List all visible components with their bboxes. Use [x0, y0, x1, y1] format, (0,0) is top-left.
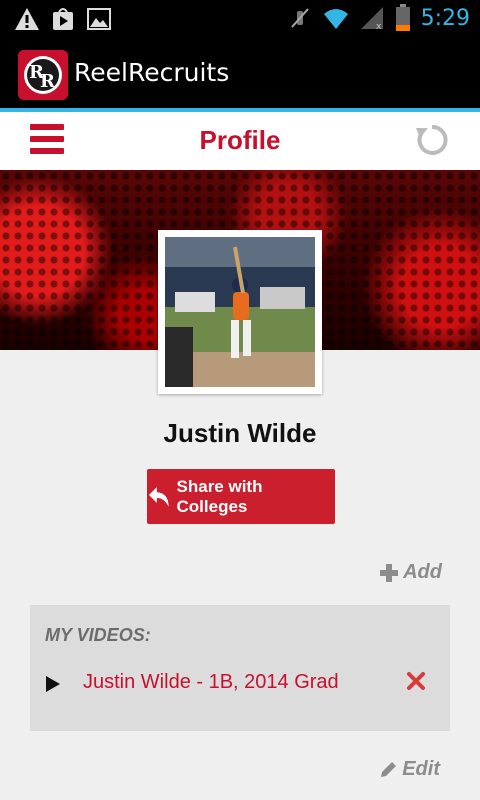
app-title: ReelRecruits: [74, 58, 230, 87]
reelrecruits-logo-icon: R R: [18, 50, 68, 100]
warning-icon: [15, 8, 39, 30]
my-videos-heading: MY VIDEOS:: [45, 625, 151, 645]
battery-icon: [395, 4, 410, 31]
refresh-icon[interactable]: [414, 122, 450, 158]
signal-icon: x: [360, 7, 383, 31]
svg-text:x: x: [376, 22, 382, 31]
status-left-icons: [14, 6, 112, 32]
add-label: Add: [403, 561, 442, 583]
add-video-button[interactable]: Add: [379, 561, 442, 584]
status-right-icons: x 5:29: [287, 4, 470, 32]
my-videos-panel: MY VIDEOS: Justin Wilde - 1B, 2014 Grad: [30, 605, 450, 731]
status-bar: x 5:29: [0, 0, 480, 38]
share-arrow-icon: [148, 486, 169, 507]
page-title: Profile: [199, 125, 281, 155]
edit-button[interactable]: Edit: [378, 758, 440, 781]
status-time: 5:29: [420, 5, 470, 31]
video-title[interactable]: Justin Wilde - 1B, 2014 Grad: [83, 671, 339, 694]
mute-icon: [290, 8, 309, 28]
list-item[interactable]: Justin Wilde - 1B, 2014 Grad: [30, 665, 450, 703]
app-logo[interactable]: R R: [18, 50, 68, 100]
pencil-icon: [381, 761, 397, 777]
edit-label: Edit: [402, 758, 440, 780]
delete-icon[interactable]: [406, 671, 426, 691]
action-bar: R R ReelRecruits: [0, 38, 480, 110]
gallery-icon: [87, 8, 111, 30]
play-icon[interactable]: [45, 675, 61, 693]
wifi-icon: [323, 9, 348, 29]
nav-bar: Profile: [0, 112, 480, 170]
profile-name: Justin Wilde: [163, 418, 317, 448]
profile-photo-image: [165, 237, 315, 387]
plus-icon: [380, 563, 399, 582]
profile-photo[interactable]: [158, 230, 322, 394]
play-store-icon: [53, 8, 73, 30]
share-with-colleges-button[interactable]: Share with Colleges: [147, 469, 335, 524]
share-button-label: Share with Colleges: [176, 476, 263, 516]
